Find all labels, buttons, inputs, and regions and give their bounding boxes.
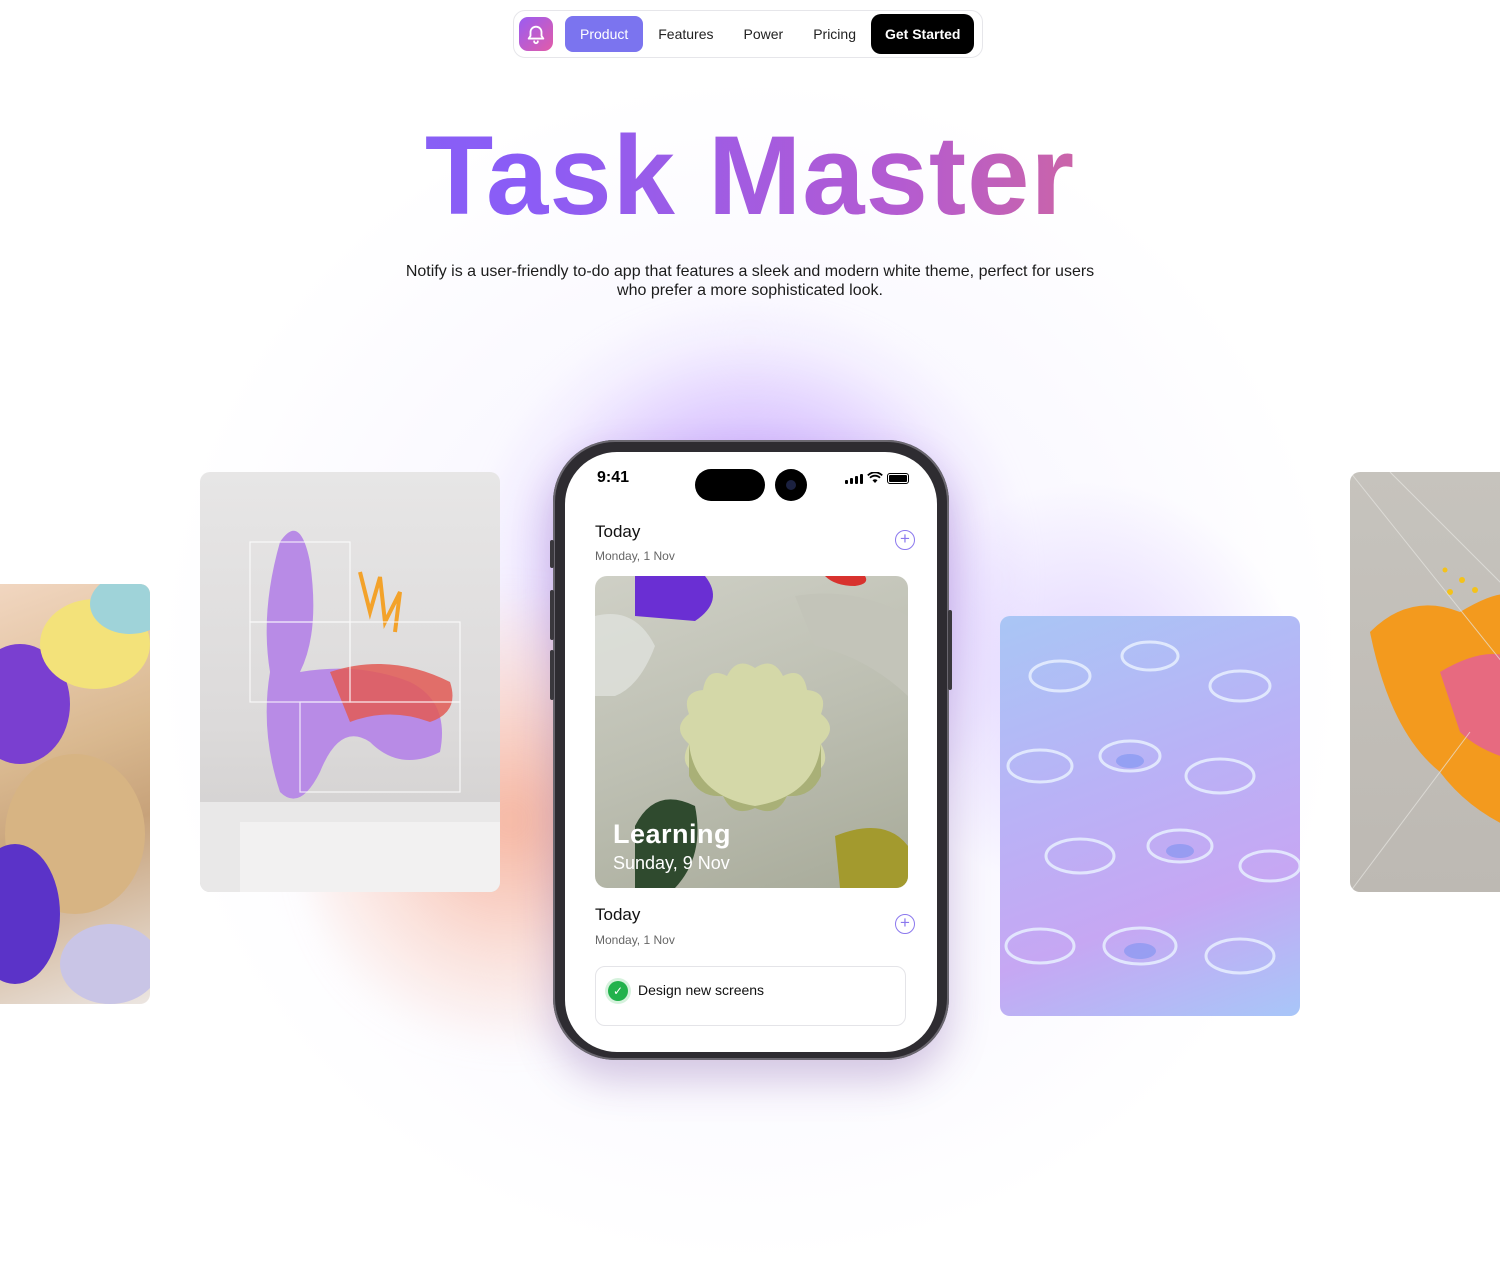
top-nav: Product Features Power Pricing Get Start… (513, 10, 983, 58)
logo-icon[interactable] (519, 17, 553, 51)
feature-card-title: Learning (613, 819, 732, 849)
showcase-image-right (1000, 616, 1300, 1016)
task-label: Design new screens (638, 982, 765, 998)
nav-item-power[interactable]: Power (729, 16, 799, 52)
feature-card-date: Sunday, 9 Nov (613, 853, 730, 873)
status-time: 9:41 (597, 469, 630, 486)
camera-icon (775, 469, 807, 501)
status-icons (845, 472, 909, 484)
feature-card-learning[interactable]: Learning Sunday, 9 Nov (595, 576, 908, 888)
section-title: Today (595, 522, 641, 541)
add-task-button[interactable]: + (895, 530, 915, 550)
nav-item-product[interactable]: Product (565, 16, 644, 52)
showcase-image-far-right (1350, 472, 1500, 892)
section-title-2: Today (595, 905, 641, 924)
battery-icon (887, 472, 909, 484)
dynamic-island (695, 469, 765, 501)
add-task-button-2[interactable]: + (895, 914, 915, 934)
signal-icon (845, 472, 863, 484)
showcase-image-far-left (0, 584, 150, 1004)
section-date: Monday, 1 Nov (595, 549, 675, 563)
phone-screen: 9:41 Today Monday, 1 Nov + Learning Sund… (565, 452, 937, 1052)
hero-subtitle: Notify is a user-friendly to-do app that… (405, 263, 1095, 299)
section-date-2: Monday, 1 Nov (595, 933, 675, 947)
phone-mockup: 9:41 Today Monday, 1 Nov + Learning Sund… (550, 440, 952, 1060)
hero-title: Task Master (0, 112, 1500, 240)
task-item[interactable]: ✓ Design new screens (595, 966, 906, 1026)
check-icon[interactable]: ✓ (608, 981, 628, 1001)
wifi-icon (867, 472, 883, 483)
showcase-image-left (200, 472, 500, 892)
nav-item-pricing[interactable]: Pricing (798, 16, 871, 52)
nav-item-features[interactable]: Features (643, 16, 728, 52)
get-started-button[interactable]: Get Started (870, 14, 975, 54)
